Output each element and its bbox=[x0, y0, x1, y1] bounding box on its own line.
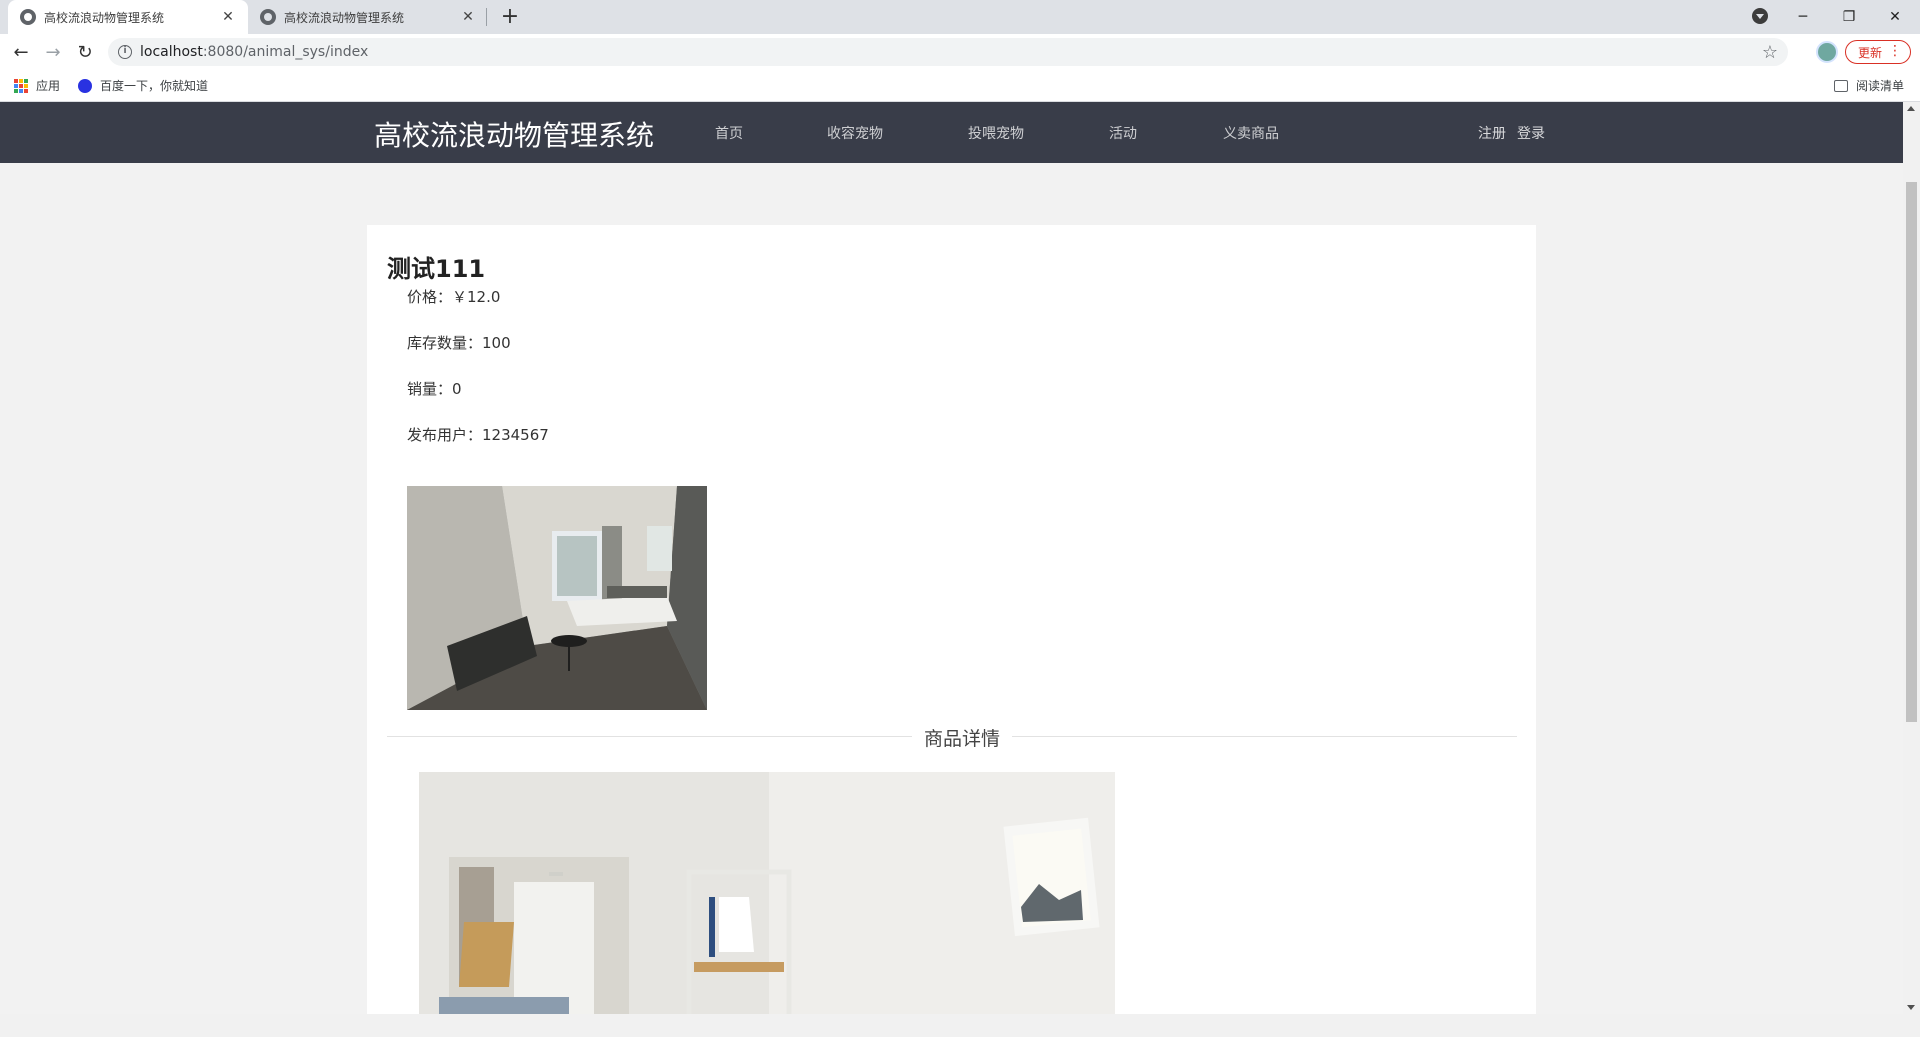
scroll-down-icon[interactable] bbox=[1907, 1005, 1915, 1010]
close-tab-icon[interactable]: ✕ bbox=[460, 9, 476, 25]
product-stock: 库存数量：100 bbox=[407, 334, 511, 352]
window-bottom-strip bbox=[0, 1014, 1920, 1037]
info-icon[interactable]: i bbox=[118, 45, 132, 59]
site-navbar: 高校流浪动物管理系统 首页 收容宠物 投喂宠物 活动 义卖商品 注册 登录 bbox=[0, 102, 1903, 163]
reading-list[interactable]: 阅读清单 bbox=[1834, 77, 1904, 94]
address-bar[interactable]: i localhost:8080/animal_sys/index ☆ bbox=[108, 38, 1788, 66]
bookmark-star-icon[interactable]: ☆ bbox=[1762, 42, 1778, 63]
new-tab-icon[interactable]: + bbox=[498, 4, 522, 29]
globe-icon bbox=[260, 9, 276, 25]
restore-icon[interactable]: ❐ bbox=[1826, 0, 1872, 34]
minimize-icon[interactable]: ─ bbox=[1780, 0, 1826, 34]
product-card: 测试111 价格：￥12.0 库存数量：100 销量：0 发布用户：123456… bbox=[367, 225, 1536, 1014]
tab-strip: 高校流浪动物管理系统 ✕ 高校流浪动物管理系统 ✕ + ─ ❐ ✕ bbox=[0, 0, 1920, 34]
product-publisher: 发布用户：1234567 bbox=[407, 426, 549, 444]
reload-icon[interactable]: ↻ bbox=[73, 40, 97, 64]
browser-tab-active[interactable]: 高校流浪动物管理系统 ✕ bbox=[8, 0, 248, 34]
url-path: :8080/animal_sys/index bbox=[202, 44, 369, 60]
baidu-paw-icon bbox=[78, 78, 92, 93]
tab-title: 高校流浪动物管理系统 bbox=[284, 10, 405, 25]
reading-list-label: 阅读清单 bbox=[1856, 79, 1905, 93]
product-image bbox=[407, 486, 707, 710]
close-tab-icon[interactable]: ✕ bbox=[220, 9, 236, 25]
product-price: 价格：￥12.0 bbox=[407, 288, 501, 306]
reading-list-icon bbox=[1834, 79, 1848, 92]
scrollbar-thumb[interactable] bbox=[1906, 182, 1917, 722]
globe-icon bbox=[20, 9, 36, 25]
back-icon[interactable]: ← bbox=[9, 40, 33, 64]
browser-toolbar: ← → ↻ i localhost:8080/animal_sys/index … bbox=[0, 34, 1920, 70]
menu-dots-icon: ⋮ bbox=[1888, 43, 1902, 59]
browser-tab[interactable]: 高校流浪动物管理系统 ✕ bbox=[248, 0, 488, 34]
update-label: 更新 bbox=[1858, 45, 1883, 60]
tab-separator bbox=[486, 8, 487, 26]
login-link[interactable]: 登录 bbox=[1517, 123, 1545, 143]
product-detail-image bbox=[419, 772, 1115, 1014]
site-brand[interactable]: 高校流浪动物管理系统 bbox=[374, 114, 654, 154]
nav-shelter-pets[interactable]: 收容宠物 bbox=[827, 123, 883, 143]
bookmark-apps-label: 应用 bbox=[36, 79, 61, 93]
bookmark-baidu-label: 百度一下，你就知道 bbox=[100, 79, 209, 93]
bookmark-baidu[interactable]: 百度一下，你就知道 bbox=[78, 77, 208, 94]
bookmark-apps[interactable]: 应用 bbox=[14, 77, 60, 94]
nav-activities[interactable]: 活动 bbox=[1109, 123, 1137, 143]
page-scrollbar[interactable] bbox=[1903, 102, 1920, 1014]
details-heading: 商品详情 bbox=[912, 724, 1013, 751]
scroll-up-icon[interactable] bbox=[1907, 106, 1915, 111]
apps-grid-icon bbox=[14, 78, 28, 93]
profile-avatar[interactable] bbox=[1816, 41, 1838, 63]
register-link[interactable]: 注册 bbox=[1478, 123, 1506, 143]
nav-feed-pets[interactable]: 投喂宠物 bbox=[968, 123, 1024, 143]
bookmarks-bar: 应用 百度一下，你就知道 阅读清单 bbox=[0, 70, 1920, 102]
forward-icon[interactable]: → bbox=[41, 40, 65, 64]
close-window-icon[interactable]: ✕ bbox=[1872, 0, 1918, 34]
nav-charity-goods[interactable]: 义卖商品 bbox=[1223, 123, 1279, 143]
tab-search-icon[interactable] bbox=[1752, 8, 1768, 24]
url-host: localhost bbox=[140, 44, 203, 60]
update-button[interactable]: 更新 ⋮ bbox=[1845, 40, 1911, 64]
page-viewport: 高校流浪动物管理系统 首页 收容宠物 投喂宠物 活动 义卖商品 注册 登录 测试… bbox=[0, 102, 1903, 1014]
tab-title: 高校流浪动物管理系统 bbox=[44, 10, 165, 25]
nav-home[interactable]: 首页 bbox=[715, 123, 743, 143]
product-title: 测试111 bbox=[387, 255, 486, 283]
product-sales: 销量：0 bbox=[407, 380, 462, 398]
